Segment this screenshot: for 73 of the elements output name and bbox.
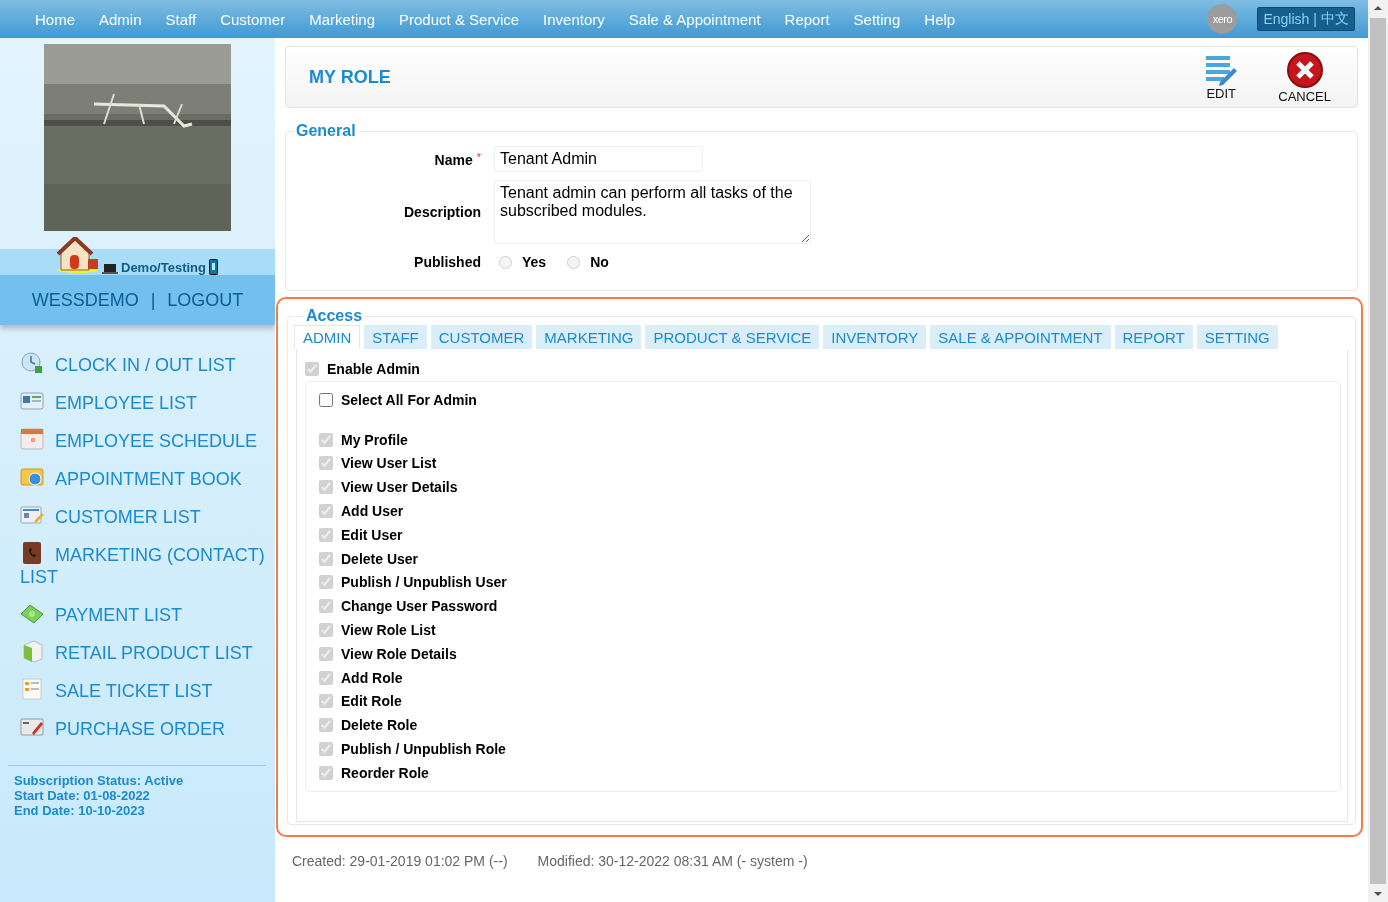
menu-icon [20, 389, 44, 413]
tab[interactable]: STAFF [364, 325, 427, 349]
menu-icon [20, 639, 44, 663]
nav-link[interactable]: Product & Service [399, 10, 520, 28]
nav-link[interactable]: Customer [220, 10, 286, 28]
xero-logo[interactable]: xero [1207, 4, 1238, 34]
nav-link[interactable]: Help [924, 10, 956, 28]
nav-link[interactable]: Home [35, 10, 75, 28]
tab[interactable]: PRODUCT & SERVICE [645, 325, 820, 349]
separator: | [1313, 11, 1317, 27]
option-label: Yes [522, 254, 547, 270]
nav-link[interactable]: Marketing [309, 10, 376, 28]
sidebar-item[interactable]: EMPLOYEE SCHEDULE [20, 421, 275, 459]
section-title: General [295, 122, 357, 140]
tab[interactable]: REPORT [1114, 325, 1193, 349]
checkbox-label[interactable]: Select All For Admin [319, 388, 1328, 412]
phone-icon [209, 259, 218, 275]
checkbox[interactable] [319, 392, 333, 407]
tab[interactable]: SALE & APPOINTMENT [930, 325, 1111, 349]
sidebar-item[interactable]: APPOINTMENT BOOK [20, 459, 275, 497]
subscription-info: Subscription Status: Active [14, 773, 185, 788]
menu-icon [20, 541, 44, 565]
language-link[interactable]: English [1263, 11, 1310, 27]
cancel-button[interactable]: CANCEL [1278, 50, 1331, 104]
nav-link[interactable]: Admin [99, 10, 142, 28]
sidebar-item[interactable]: CUSTOMER LIST [20, 497, 275, 535]
laptop-icon [102, 263, 118, 275]
nav-link[interactable]: Report [784, 10, 830, 28]
tab[interactable]: INVENTORY [823, 325, 927, 349]
edit-icon [1204, 53, 1239, 86]
nav-link[interactable]: Setting [853, 10, 901, 28]
nav-link[interactable]: Staff [165, 10, 197, 28]
page-title: MY ROLE [309, 66, 392, 88]
cancel-icon [1285, 50, 1324, 89]
username-link[interactable]: WESSDEMO [31, 289, 139, 311]
subscription-info: Start Date: 01-08-2022 [14, 788, 151, 803]
menu-icon [20, 351, 44, 375]
field-label: Published [413, 254, 481, 270]
required-mark: * [476, 150, 481, 163]
tab[interactable]: ADMIN [294, 325, 361, 349]
sidebar-item[interactable]: PURCHASE ORDER [20, 709, 275, 747]
edit-button[interactable]: EDIT [1204, 53, 1239, 101]
menu-icon [20, 465, 44, 489]
menu-icon [20, 715, 44, 739]
menu-icon [20, 503, 44, 527]
nav-link[interactable]: Sale & Appointment [628, 10, 761, 28]
scrollbar-thumb[interactable] [1370, 18, 1386, 884]
menu-icon [20, 427, 44, 451]
site-label: Demo/Testing [121, 260, 206, 275]
modified-info: Modified: 30-12-2022 08:31 AM (- system -) [537, 853, 808, 869]
separator: | [150, 289, 156, 311]
subscription-info: End Date: 10-10-2023 [14, 803, 146, 818]
name-field[interactable]: Tenant Admin [494, 146, 703, 172]
sidebar-item[interactable]: MARKETING (CONTACT) LIST [20, 535, 275, 595]
sidebar-item[interactable]: RETAIL PRODUCT LIST [20, 633, 275, 671]
logout-link[interactable]: LOGOUT [167, 289, 244, 311]
field-label: Name $^{*}$ [433, 150, 481, 168]
menu-icon [20, 677, 44, 701]
tab[interactable]: MARKETING [536, 325, 642, 349]
tab[interactable]: SETTING [1196, 325, 1278, 349]
option-label: No [590, 254, 609, 270]
language-link[interactable]: 中文 [1321, 10, 1349, 28]
tab[interactable]: CUSTOMER [430, 325, 533, 349]
sidebar-item[interactable]: SALE TICKET LIST [20, 671, 275, 709]
description-field[interactable]: Tenant admin can perform all tasks of the subscribed modules. [494, 180, 811, 244]
created-info: Created: 29-01-2019 01:02 PM (--) [292, 853, 508, 869]
section-title: Access [305, 307, 364, 325]
field-label: Description [403, 204, 481, 220]
sidebar-item[interactable]: CLOCK IN / OUT LIST [20, 345, 275, 383]
sidebar-item[interactable]: EMPLOYEE LIST [20, 383, 275, 421]
house-icon [57, 237, 99, 273]
sidebar-item[interactable]: PAYMENT LIST [20, 595, 275, 633]
nav-link[interactable]: Inventory [543, 10, 605, 28]
